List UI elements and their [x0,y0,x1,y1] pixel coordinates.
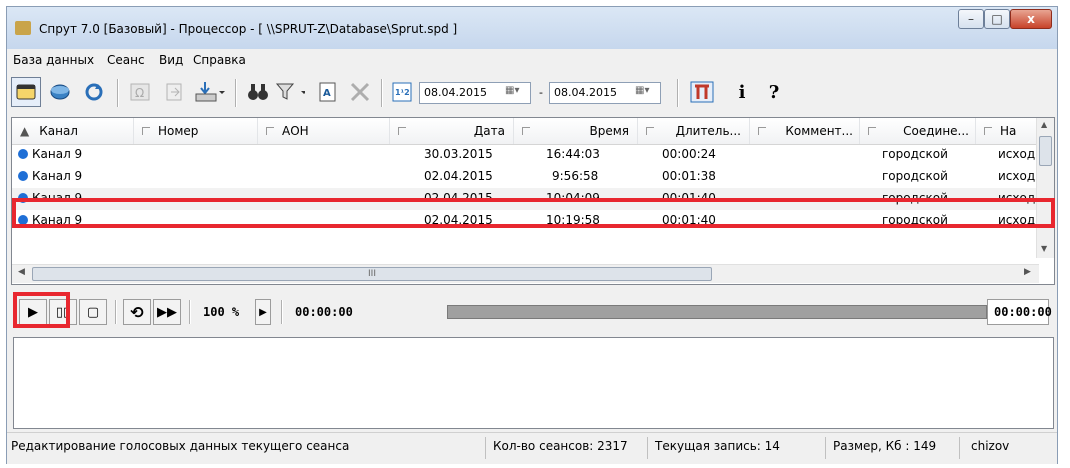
column-time[interactable]: Время [514,118,638,144]
column-number[interactable]: Номер [134,118,258,144]
column-connection[interactable]: Соедине... [860,118,976,144]
column-channel[interactable]: ▲ Канал [12,118,134,144]
close-button[interactable]: x [1010,9,1052,29]
menu-database[interactable]: База данных [13,53,94,67]
voice-data-editor[interactable] [13,337,1054,429]
export-icon[interactable] [159,77,189,107]
svg-text:1¹2: 1¹2 [395,88,410,97]
playback-progress-bar[interactable] [447,305,987,319]
horizontal-scrollbar[interactable]: ◀ III ▶ [12,264,1039,283]
column-date[interactable]: Дата [390,118,514,144]
scroll-right-icon[interactable]: ▶ [1024,267,1031,277]
table-row[interactable]: Канал 9 30.03.2015 16:44:03 00:00:24 гор… [12,144,1052,166]
user-name: chizov [971,439,1010,453]
column-direction[interactable]: На [976,118,1036,144]
toolbar: Ω A 1¹2 08.04.2015 ▦▾ - 08.04.2015 ▦▾ i … [7,71,1057,113]
delete-icon[interactable] [345,77,375,107]
date-to-value: 08.04.2015 [554,86,617,99]
help-icon[interactable]: ? [759,77,789,107]
date-from-dropdown-icon[interactable]: ▦▾ [505,85,527,101]
window-title: Спрут 7.0 [Базовый] - Процессор - [ \\SP… [39,22,458,36]
table-row[interactable]: Канал 9 02.04.2015 9:56:58 00:01:38 горо… [12,166,1052,188]
date-separator: - [539,86,543,99]
vertical-scrollbar[interactable]: ▲ ▼ [1036,118,1054,258]
loop-icon[interactable]: ⟲ [123,299,151,325]
speed-increase-icon[interactable]: ▶ [255,299,271,325]
tools-icon[interactable] [687,77,717,107]
sort-ascending-icon: ▲ [20,124,30,138]
session-count: Кол-во сеансов: 2317 [493,439,628,453]
svg-text:A: A [323,88,331,99]
database-icon[interactable] [11,77,41,107]
app-logo-icon [15,21,31,35]
app-window: Спрут 7.0 [Базовый] - Процессор - [ \\SP… [6,6,1058,464]
menu-view[interactable]: Вид [159,53,183,67]
current-record: Текущая запись: 14 [655,439,780,453]
player-controls: ▶ ▯▯ ▢ ⟲ ▶▶ 100 % ▶ 00:00:00 00:00:00 [11,292,1055,332]
play-sound-icon[interactable]: Ω [125,77,155,107]
speed-value: 100 % [203,305,240,319]
date-from-value: 08.04.2015 [424,86,487,99]
info-icon[interactable]: i [727,77,757,107]
refresh-icon[interactable] [79,77,109,107]
menu-session[interactable]: Сеанс [107,53,145,67]
fast-forward-button[interactable]: ▶▶ [153,299,181,325]
download-icon[interactable] [195,77,225,107]
menu-bar: База данных Сеанс Вид Справка [7,49,1057,72]
binoculars-icon[interactable] [243,77,273,107]
status-dot-icon [18,149,28,159]
selected-row-highlight [12,198,1055,228]
play-button-highlight [13,292,70,328]
total-time: 00:00:00 [987,299,1052,325]
column-duration[interactable]: Длитель... [638,118,750,144]
maximize-button[interactable]: □ [984,9,1010,29]
scroll-up-icon[interactable]: ▲ [1041,120,1047,129]
table-header: ▲ Канал Номер АОН Дата Время Длитель... … [12,118,1052,145]
column-comment[interactable]: Коммент... [750,118,860,144]
calendar-icon[interactable]: 1¹2 [387,77,417,107]
minimize-button[interactable]: – [958,9,984,29]
date-from-field[interactable]: 08.04.2015 ▦▾ [419,82,531,104]
stop-button[interactable]: ▢ [79,299,107,325]
vertical-scroll-thumb[interactable] [1039,136,1052,166]
scroll-left-icon[interactable]: ◀ [18,267,25,277]
horizontal-scroll-thumb[interactable]: III [32,267,712,281]
scroll-down-icon[interactable]: ▼ [1041,244,1047,253]
position-time: 00:00:00 [295,305,353,319]
title-bar: Спрут 7.0 [Базовый] - Процессор - [ \\SP… [7,7,1057,49]
menu-help[interactable]: Справка [193,53,246,67]
filter-icon[interactable] [275,77,305,107]
file-size: Размер, Кб : 149 [833,439,937,453]
sessions-icon[interactable] [45,77,75,107]
status-message: Редактирование голосовых данных текущего… [11,439,350,453]
report-icon[interactable]: A [313,77,343,107]
column-aon[interactable]: АОН [258,118,390,144]
status-bar: Редактирование голосовых данных текущего… [7,432,1057,464]
svg-text:Ω: Ω [135,86,144,100]
date-to-dropdown-icon[interactable]: ▦▾ [635,85,657,101]
date-to-field[interactable]: 08.04.2015 ▦▾ [549,82,661,104]
status-dot-icon [18,171,28,181]
